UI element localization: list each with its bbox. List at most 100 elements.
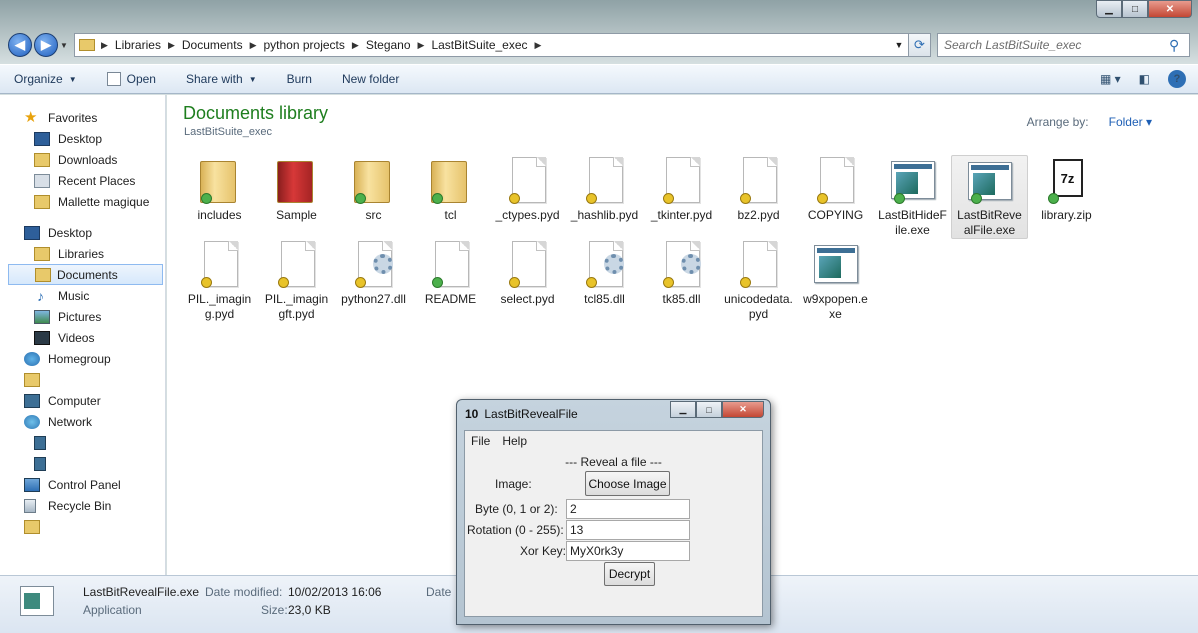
sync-pending-icon <box>354 277 366 288</box>
share-with-button[interactable]: Share with ▼ <box>186 72 257 86</box>
file-item[interactable]: w9xpopen.exe <box>797 239 874 323</box>
chevron-right-icon[interactable]: ▶ <box>352 40 359 51</box>
search-input[interactable]: Search LastBitSuite_exec ⚲ <box>937 33 1190 57</box>
preview-pane-icon[interactable]: ◧ <box>1139 72 1150 86</box>
sidebar-item-downloads[interactable]: Downloads <box>0 149 165 170</box>
sync-pending-icon <box>508 193 520 204</box>
new-folder-button[interactable]: New folder <box>342 72 399 86</box>
file-item[interactable]: PIL._imaging.pyd <box>181 239 258 323</box>
sync-pending-icon <box>200 277 212 288</box>
file-item[interactable]: includes <box>181 155 258 239</box>
file-item[interactable]: 7z library.zip <box>1028 155 1105 239</box>
file-item[interactable]: bz2.pyd <box>720 155 797 239</box>
sidebar-item-favorites[interactable]: ★ Favorites <box>0 107 165 128</box>
maximize-button[interactable]: □ <box>1122 0 1148 18</box>
exe-file-icon <box>967 158 1012 205</box>
open-button[interactable]: Open <box>106 72 156 86</box>
refresh-button[interactable]: ⟳ <box>909 33 931 57</box>
address-dropdown-icon[interactable]: ▼ <box>890 40 908 50</box>
decrypt-button[interactable]: Decrypt <box>604 562 655 586</box>
sidebar-item-videos[interactable]: Videos <box>0 327 165 348</box>
sidebar-label: Computer <box>48 393 101 408</box>
dialog-maximize-button[interactable]: □ <box>696 401 722 418</box>
sidebar-item-network-pc1[interactable] <box>0 432 165 453</box>
dialog-close-button[interactable]: ✕ <box>722 401 764 418</box>
sidebar-item-recycle-bin[interactable]: Recycle Bin <box>0 495 165 516</box>
byte-field[interactable]: 2 <box>566 499 690 519</box>
breadcrumb-documents[interactable]: Documents <box>182 38 243 52</box>
breadcrumb-python-projects[interactable]: python projects <box>264 38 345 52</box>
arrange-dropdown[interactable]: Folder ▾ <box>1109 115 1152 129</box>
sidebar-item-user-folder[interactable] <box>0 369 165 390</box>
file-item[interactable]: tcl <box>412 155 489 239</box>
minimize-button[interactable]: ▁ <box>1096 0 1122 18</box>
file-item[interactable]: tk85.dll <box>643 239 720 323</box>
sidebar-item-network[interactable]: Network <box>0 411 165 432</box>
file-item[interactable]: _ctypes.pyd <box>489 155 566 239</box>
file-item[interactable]: _tkinter.pyd <box>643 155 720 239</box>
help-icon[interactable]: ? <box>1168 70 1186 88</box>
organize-button[interactable]: Organize ▼ <box>14 72 77 86</box>
sync-pending-icon <box>508 277 520 288</box>
dialog-minimize-button[interactable]: ▁ <box>670 401 696 418</box>
sidebar-item-desktop-root[interactable]: Desktop <box>0 222 165 243</box>
file-item[interactable]: select.pyd <box>489 239 566 323</box>
file-item[interactable]: unicodedata.pyd <box>720 239 797 323</box>
doc-file-icon <box>583 157 627 205</box>
chevron-right-icon[interactable]: ▶ <box>535 40 542 51</box>
file-item[interactable]: COPYING <box>797 155 874 239</box>
chevron-right-icon[interactable]: ▶ <box>168 40 175 51</box>
sync-ok-icon <box>431 193 443 204</box>
sidebar-item-documents[interactable]: Documents <box>8 264 163 285</box>
sidebar-item-network-pc2[interactable] <box>0 453 165 474</box>
exe-file-icon <box>890 157 935 205</box>
sidebar-item-music[interactable]: ♪ Music <box>0 285 165 306</box>
burn-button[interactable]: Burn <box>287 72 312 86</box>
file-item[interactable]: _hashlib.pyd <box>566 155 643 239</box>
sidebar-item-mallette[interactable]: Mallette magique <box>0 191 165 212</box>
sidebar-item-pictures[interactable]: Pictures <box>0 306 165 327</box>
chevron-right-icon[interactable]: ▶ <box>101 40 108 51</box>
forward-button[interactable]: ▶ <box>34 33 58 57</box>
sidebar-item-homegroup[interactable]: Homegroup <box>0 348 165 369</box>
sidebar-item-control-panel[interactable]: Control Panel <box>0 474 165 495</box>
breadcrumb-lastbitsuite-exec[interactable]: LastBitSuite_exec <box>431 38 527 52</box>
breadcrumb-stegano[interactable]: Stegano <box>366 38 411 52</box>
file-item[interactable]: LastBitHideFile.exe <box>874 155 951 239</box>
file-name: PIL._imaging.pyd <box>187 292 252 321</box>
sidebar-item-desktop[interactable]: Desktop <box>0 128 165 149</box>
breadcrumb-libraries[interactable]: Libraries <box>115 38 161 52</box>
recent-pages-dropdown[interactable]: ▼ <box>60 41 70 50</box>
file-item[interactable]: PIL._imagingft.pyd <box>258 239 335 323</box>
file-item[interactable]: src <box>335 155 412 239</box>
file-item[interactable]: python27.dll <box>335 239 412 323</box>
sidebar-item-extra-folder[interactable] <box>0 516 165 537</box>
chevron-down-icon: ▼ <box>248 74 257 84</box>
file-name: _tkinter.pyd <box>650 208 713 222</box>
file-item[interactable]: README <box>412 239 489 323</box>
file-item[interactable]: LastBitRevealFile.exe <box>951 155 1028 239</box>
menu-help[interactable]: Help <box>502 434 527 448</box>
sidebar-item-libraries[interactable]: Libraries <box>0 243 165 264</box>
sidebar-item-recent-places[interactable]: Recent Places <box>0 170 165 191</box>
search-icon[interactable]: ⚲ <box>1169 37 1189 54</box>
chevron-right-icon[interactable]: ▶ <box>418 40 425 51</box>
address-bar[interactable]: ▶ Libraries ▶ Documents ▶ python project… <box>74 33 909 57</box>
rotation-field[interactable]: 13 <box>566 520 690 540</box>
back-button[interactable]: ◀ <box>8 33 32 57</box>
sidebar-label: Pictures <box>58 309 102 324</box>
choose-image-button[interactable]: Choose Image <box>585 471 670 496</box>
close-button[interactable]: ✕ <box>1148 0 1192 18</box>
xor-key-field[interactable]: MyX0rk3y <box>566 541 690 561</box>
file-name: _hashlib.pyd <box>570 208 639 222</box>
window-controls: ▁ □ ✕ <box>1096 0 1192 18</box>
arrange-by: Arrange by: Folder ▾ <box>1027 115 1152 129</box>
sidebar-item-computer[interactable]: Computer <box>0 390 165 411</box>
sync-pending-icon <box>585 193 597 204</box>
file-item[interactable]: Sample <box>258 155 335 239</box>
chevron-right-icon[interactable]: ▶ <box>250 40 257 51</box>
view-options-icon[interactable]: ▦ ▾ <box>1100 72 1121 86</box>
menu-file[interactable]: File <box>471 434 490 448</box>
file-item[interactable]: tcl85.dll <box>566 239 643 323</box>
file-grid: includes Sample src tcl _ctypes.pyd _hashlib.… <box>181 155 1181 323</box>
